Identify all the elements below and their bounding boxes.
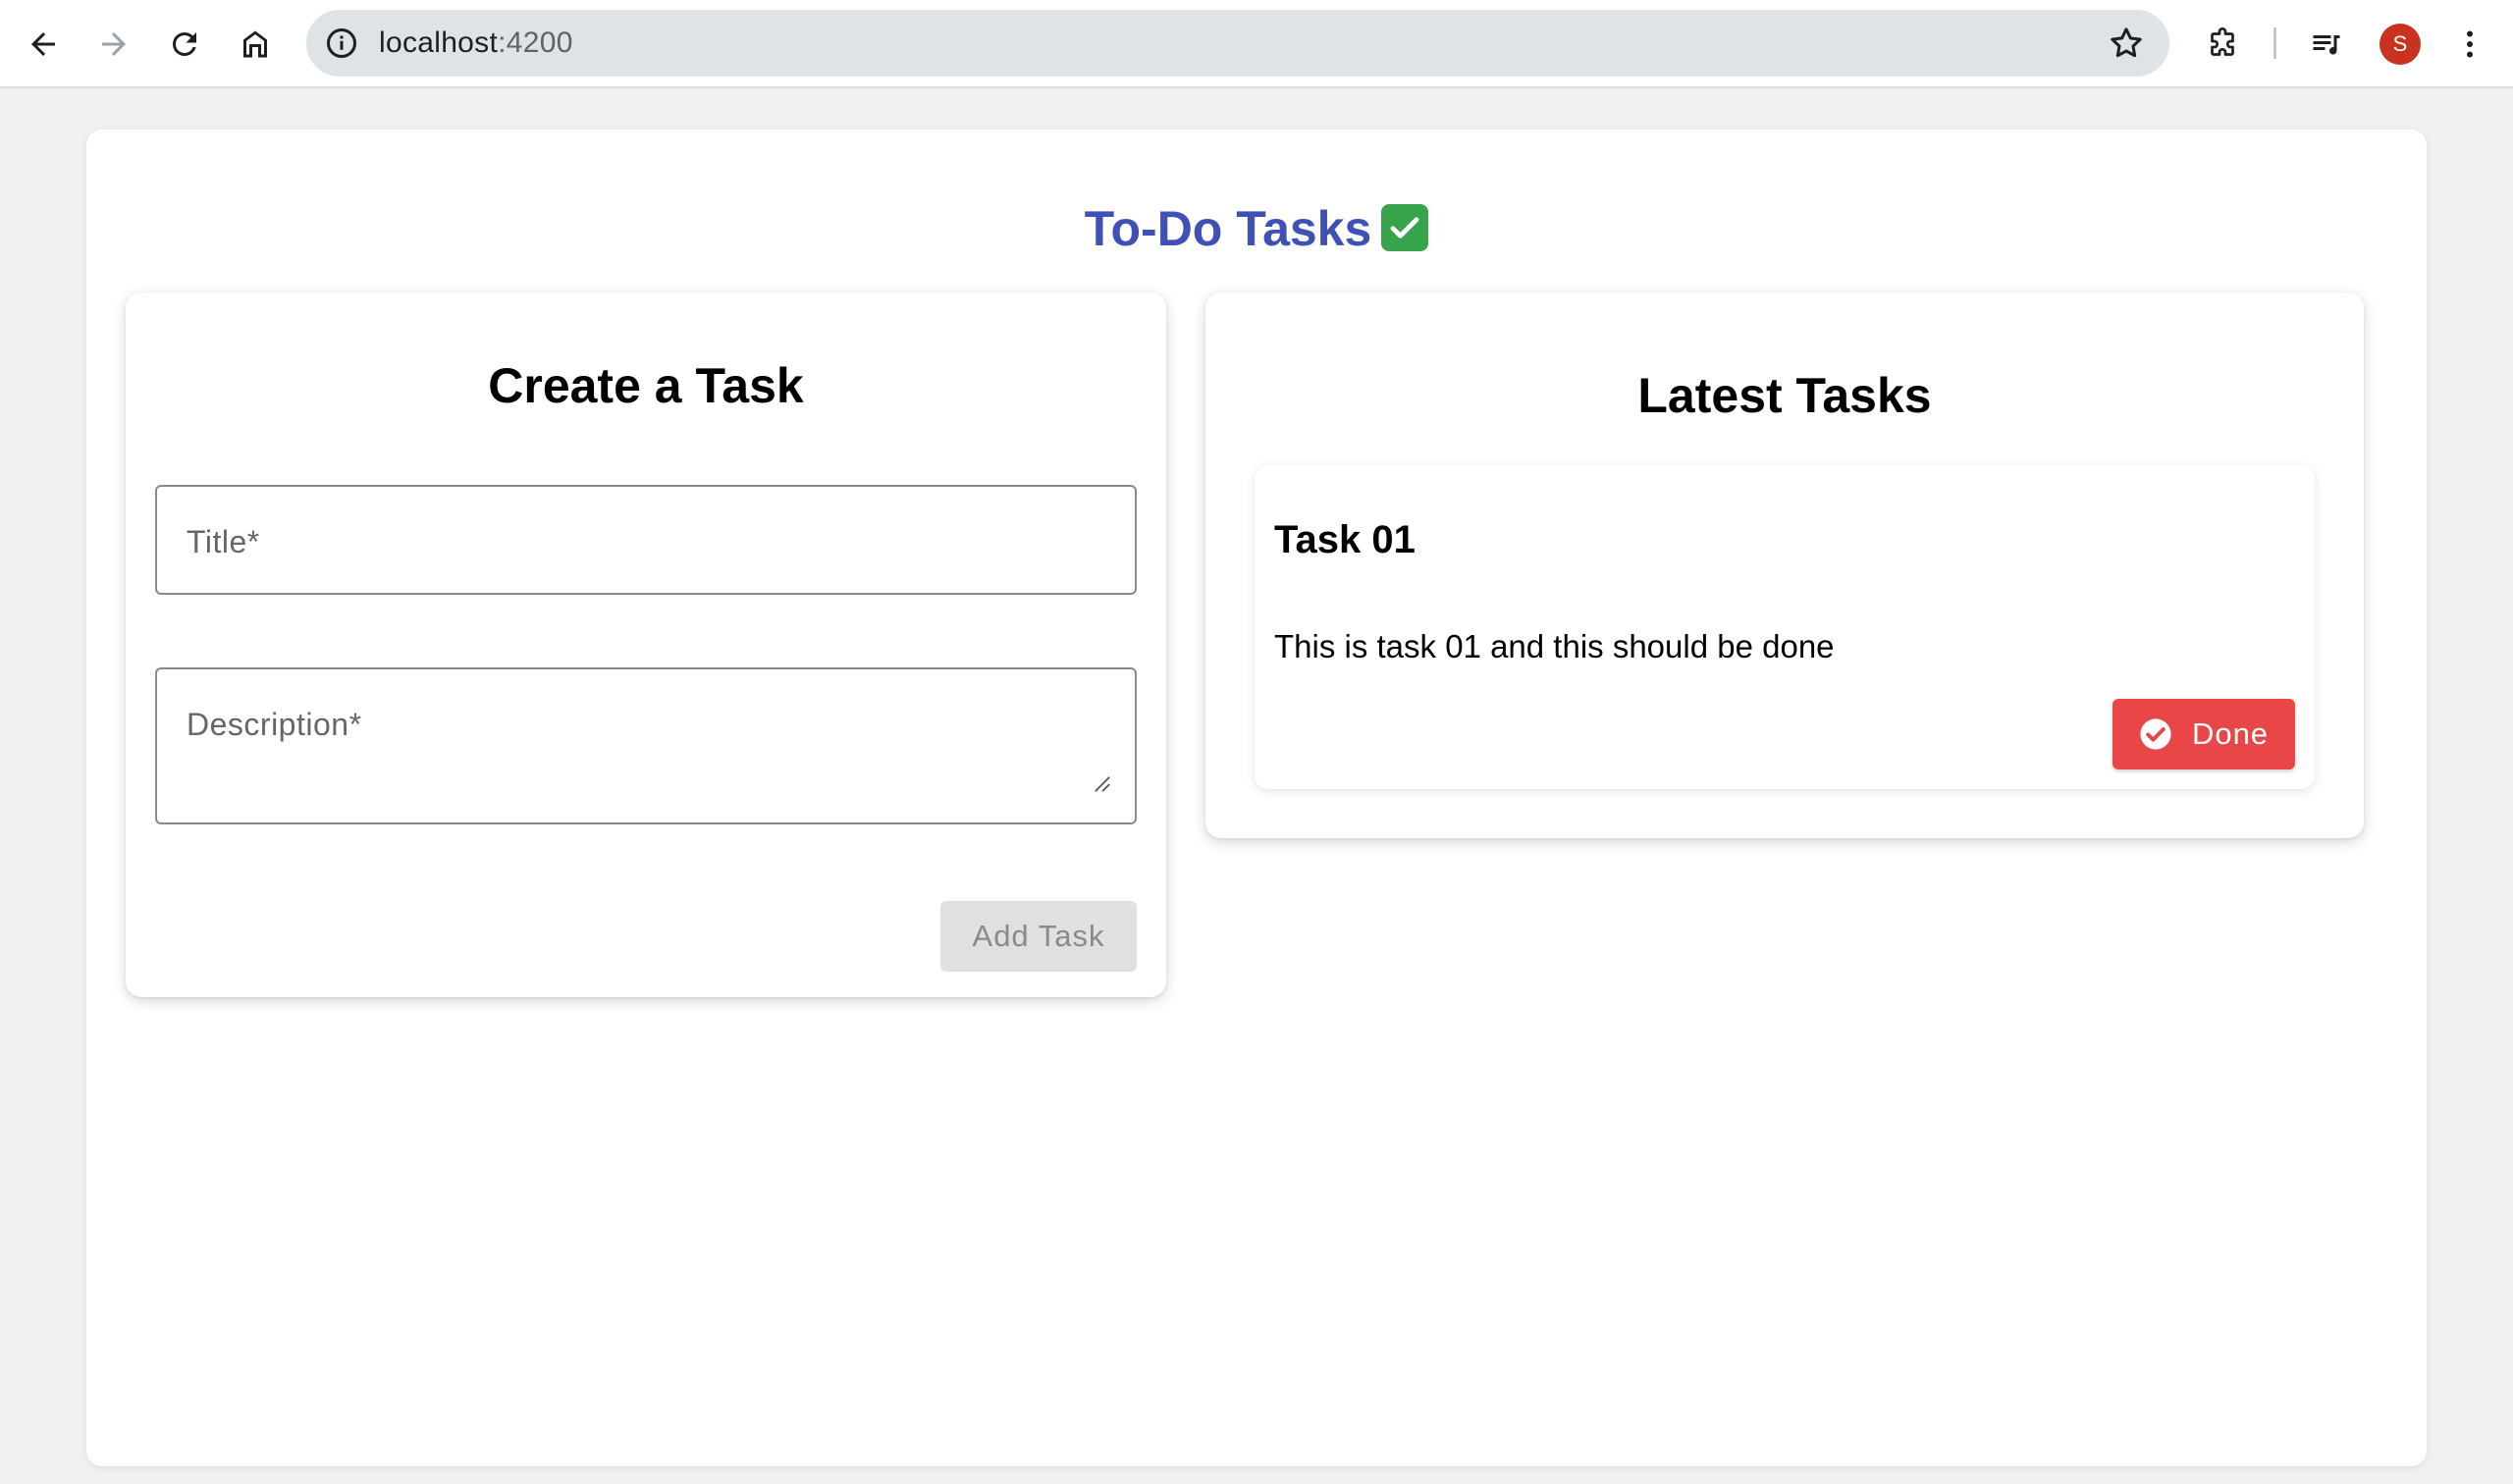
page-title: To-Do Tasks <box>86 200 2427 257</box>
latest-tasks-card: Latest Tasks Task 01 This is task 01 and… <box>1205 292 2364 838</box>
site-info-icon[interactable] <box>324 26 359 61</box>
browser-toolbar: localhost:4200 S <box>0 0 2513 88</box>
task-description: This is task 01 and this should be done <box>1274 628 1835 664</box>
app-container: To-Do Tasks Create a Task Title* Descrip… <box>86 130 2427 1466</box>
resize-handle-icon[interactable] <box>1094 775 1111 793</box>
more-vert-icon <box>2467 30 2473 58</box>
bookmark-star-icon[interactable] <box>2107 24 2146 63</box>
browser-menu-button[interactable] <box>2442 17 2497 72</box>
done-button-label: Done <box>2191 716 2270 751</box>
url-text[interactable]: localhost:4200 <box>379 10 573 77</box>
check-circle-icon <box>2140 718 2171 750</box>
description-textarea[interactable]: Description* <box>155 667 1137 824</box>
create-task-heading: Create a Task <box>488 358 804 413</box>
page-title-text: To-Do Tasks <box>1084 201 1372 256</box>
arrow-right-icon <box>102 32 126 56</box>
extensions-button[interactable] <box>2195 17 2250 72</box>
toolbar-divider <box>2273 27 2276 59</box>
add-task-button[interactable]: Add Task <box>940 901 1137 972</box>
create-task-card: Create a Task Title* Description* Add Ta… <box>126 292 1166 997</box>
queue-music-icon <box>2313 35 2340 55</box>
reload-icon <box>172 31 196 56</box>
profile-avatar[interactable]: S <box>2379 24 2421 65</box>
check-mark-button-icon <box>1381 204 1429 251</box>
back-button[interactable] <box>16 17 71 72</box>
reload-button[interactable] <box>157 17 212 72</box>
url-host: localhost <box>379 26 499 59</box>
arrow-left-icon <box>31 32 55 56</box>
latest-tasks-heading: Latest Tasks <box>1637 368 1932 423</box>
done-button[interactable]: Done <box>2112 699 2295 769</box>
task-title: Task 01 <box>1274 518 1416 561</box>
forward-button[interactable] <box>86 17 141 72</box>
home-icon <box>243 30 267 58</box>
title-input-placeholder: Title* <box>187 524 260 559</box>
address-bar[interactable]: localhost:4200 <box>306 10 2169 77</box>
task-item: Task 01 This is task 01 and this should … <box>1255 465 2315 789</box>
media-control-button[interactable] <box>2299 17 2354 72</box>
puzzle-piece-icon <box>2211 26 2234 56</box>
url-port: :4200 <box>498 26 573 59</box>
home-button[interactable] <box>228 17 283 72</box>
title-input[interactable]: Title* <box>155 485 1137 595</box>
description-placeholder: Description* <box>187 707 362 742</box>
